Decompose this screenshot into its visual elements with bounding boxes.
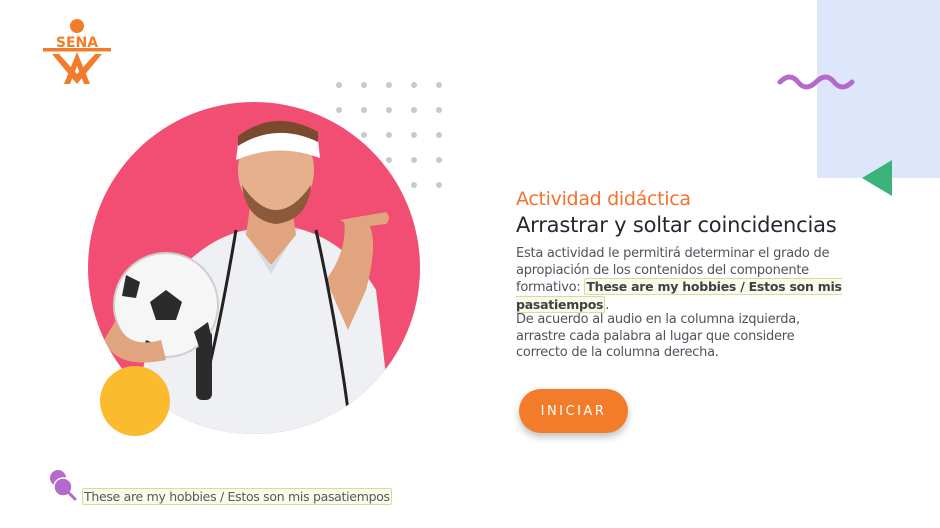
start-button[interactable]: INICIAR [519,389,628,433]
pushpin-icon [50,470,77,501]
activity-kicker: Actividad didáctica [516,188,691,210]
decorative-wave [777,74,855,90]
sena-logo: SENA [40,14,114,86]
activity-instructions: De acuerdo al audio en la columna izquie… [516,312,800,360]
description-end: . [605,297,610,313]
audio-row-label: These are my hobbies / Estos son mis pas… [82,488,392,505]
decorative-yellow-circle [100,366,170,436]
activity-description: Esta actividad le permitirá determinar e… [516,246,866,314]
decorative-triangle [862,160,892,196]
activity-title: Arrastrar y soltar coincidencias [516,213,837,237]
